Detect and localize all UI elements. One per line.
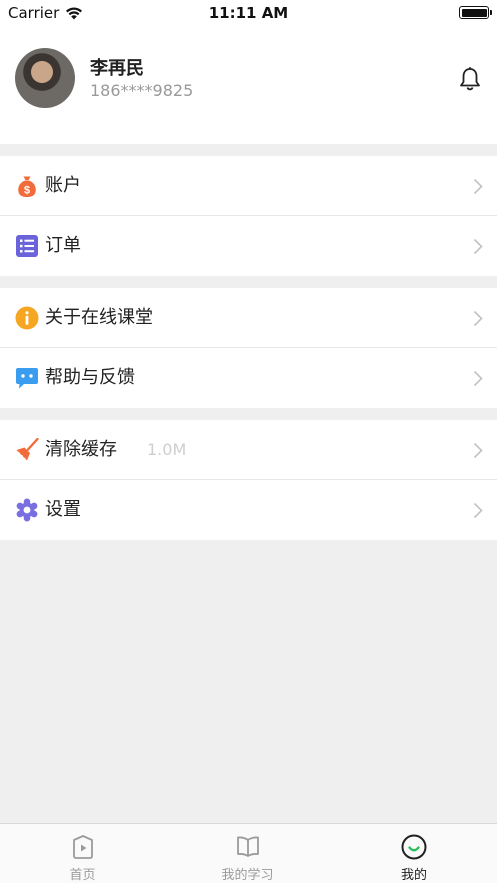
book-icon	[236, 836, 259, 857]
menu-item-orders[interactable]: 订单	[0, 216, 497, 276]
status-bar: Carrier 11:11 AM	[0, 0, 497, 26]
play-icon	[72, 835, 93, 859]
bell-icon[interactable]	[457, 66, 483, 92]
menu-label-orders: 订单	[45, 235, 81, 256]
profile-header[interactable]: 李再民 186****9825	[0, 26, 497, 144]
tab-label-me: 我的	[400, 868, 427, 883]
smile-icon	[401, 834, 427, 860]
menu-item-account[interactable]: $ 账户	[0, 156, 497, 216]
menu-item-help[interactable]: 帮助与反馈	[0, 348, 497, 408]
gear-icon	[16, 498, 38, 522]
menu-item-about[interactable]: 关于在线课堂	[0, 288, 497, 348]
menu-label-help: 帮助与反馈	[45, 367, 135, 388]
info-icon	[15, 306, 39, 330]
chevron-right-icon	[473, 370, 483, 387]
menu-label-settings: 设置	[45, 499, 81, 520]
tab-me[interactable]: 我的	[331, 824, 497, 883]
clock: 11:11 AM	[208, 4, 289, 22]
menu-item-settings[interactable]: 设置	[0, 480, 497, 540]
menu-label-clear-cache: 清除缓存	[45, 439, 117, 460]
user-phone: 186****9825	[90, 81, 194, 100]
chevron-right-icon	[473, 442, 483, 459]
chevron-right-icon	[473, 502, 483, 519]
menu-group-account: $ 账户 订单	[0, 156, 497, 276]
tab-label-my-study: 我的学习	[221, 868, 274, 883]
menu-item-clear-cache[interactable]: 清除缓存 1.0M	[0, 420, 497, 480]
chevron-right-icon	[473, 310, 483, 327]
menu-group-system: 清除缓存 1.0M 设置	[0, 420, 497, 540]
cache-size: 1.0M	[147, 440, 187, 459]
list-icon	[16, 235, 38, 257]
tab-my-study[interactable]: 我的学习	[165, 824, 330, 883]
tab-bar: 首页 我的学习 我的	[0, 823, 497, 883]
chat-bubble-icon	[16, 368, 38, 389]
tab-label-home: 首页	[69, 868, 96, 883]
tab-home[interactable]: 首页	[0, 824, 165, 883]
user-name: 李再民	[90, 58, 144, 79]
svg-text:$: $	[24, 185, 30, 197]
menu-group-info: 关于在线课堂 帮助与反馈	[0, 288, 497, 408]
chevron-right-icon	[473, 178, 483, 195]
menu-label-about: 关于在线课堂	[45, 307, 153, 328]
avatar[interactable]	[15, 48, 75, 108]
menu-label-account: 账户	[45, 175, 81, 196]
battery-icon	[459, 6, 492, 19]
chevron-right-icon	[473, 238, 483, 255]
broom-icon	[16, 438, 39, 462]
money-bag-icon: $	[18, 176, 36, 197]
